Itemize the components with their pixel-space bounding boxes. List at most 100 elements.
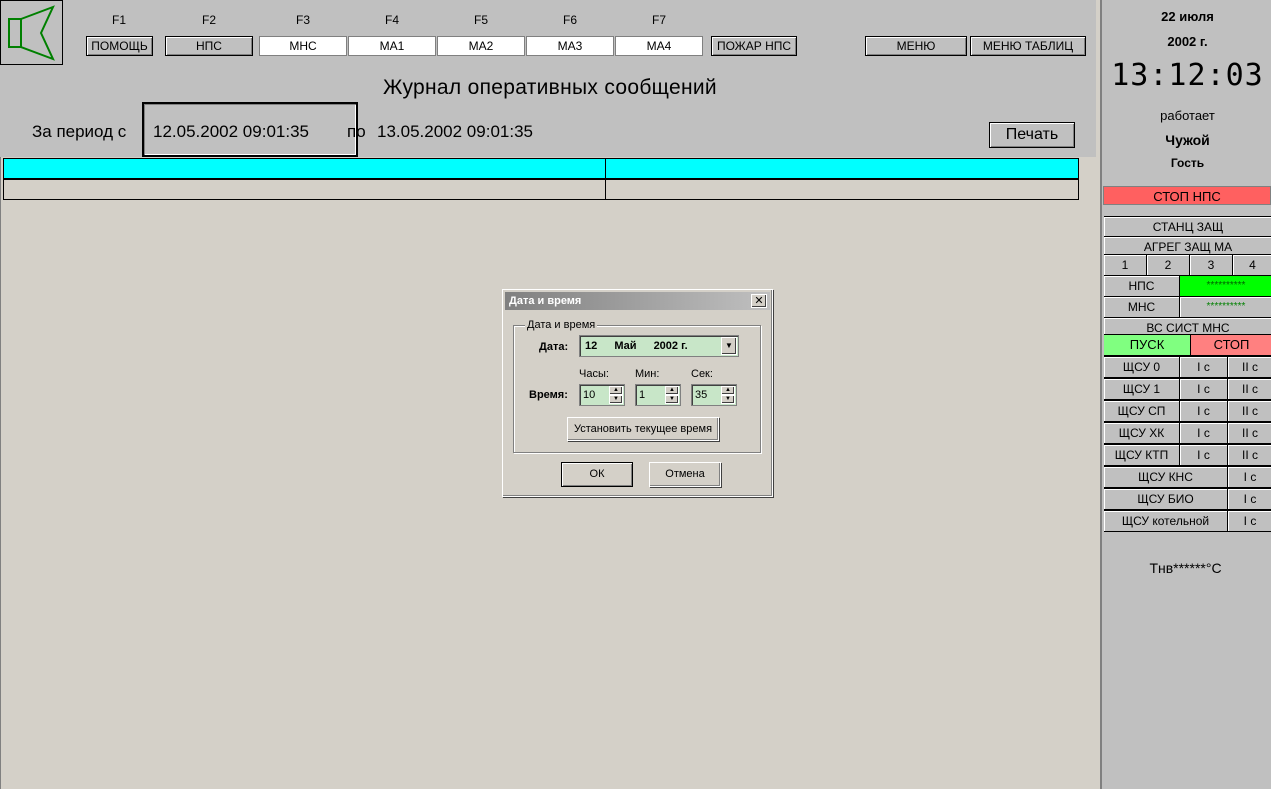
current-user: Чужой <box>1165 132 1210 148</box>
table-cell[interactable] <box>4 180 606 199</box>
hours-value: 10 <box>583 389 596 401</box>
seconds-value: 35 <box>695 389 708 401</box>
agreg-4-button[interactable]: 4 <box>1233 255 1271 276</box>
shsu-section-1[interactable]: I с <box>1180 445 1228 466</box>
start-button[interactable]: ПУСК <box>1104 335 1191 356</box>
agreg-3-button[interactable]: 3 <box>1190 255 1233 276</box>
stop-nps-button[interactable]: СТОП НПС <box>1103 186 1271 205</box>
fkey-label-f3: F3 <box>295 13 310 27</box>
seconds-stepper[interactable]: 35 ▲ ▼ <box>691 384 737 406</box>
shsu-section-2[interactable]: II с <box>1228 357 1271 378</box>
current-time: 13:12:03 <box>1111 58 1264 93</box>
shsu-row: ЩСУ БИО I с <box>1104 488 1271 510</box>
shsu-section-2[interactable]: II с <box>1228 423 1271 444</box>
help-button[interactable]: ПОМОЩЬ <box>86 36 153 56</box>
agreg-numbers-row: 1 2 3 4 <box>1104 254 1271 276</box>
dialog-title: Дата и время <box>509 295 582 307</box>
shsu-section-2[interactable]: II с <box>1228 445 1271 466</box>
header-panel: F1 F2 F3 F4 F5 F6 F7 ПОМОЩЬ НПС МНС МА1 … <box>0 0 1096 157</box>
start-stop-row: ПУСК СТОП <box>1104 334 1271 356</box>
fkey-label-f7: F7 <box>651 13 666 27</box>
mns-status-row: МНС ********** <box>1104 296 1271 318</box>
fkey-label-f6: F6 <box>562 13 577 27</box>
date-picker[interactable]: 12 Май 2002 г. ▼ <box>579 335 739 357</box>
shsu-name[interactable]: ЩСУ ХК <box>1104 423 1180 444</box>
shsu-name[interactable]: ЩСУ КТП <box>1104 445 1180 466</box>
period-to-label: по <box>347 122 366 141</box>
agreg-2-button[interactable]: 2 <box>1147 255 1190 276</box>
arrow-up-icon[interactable]: ▲ <box>665 386 679 395</box>
shsu-name[interactable]: ЩСУ котельной <box>1104 511 1228 532</box>
ok-button[interactable]: ОК <box>561 462 633 487</box>
chevron-down-icon[interactable]: ▼ <box>721 337 737 355</box>
shsu-section-2[interactable]: II с <box>1228 379 1271 400</box>
hours-label: Часы: <box>579 368 609 380</box>
current-year: 2002 г. <box>1167 34 1208 49</box>
mns-status-label: МНС <box>1104 297 1180 318</box>
system-status: работает <box>1160 108 1215 123</box>
shsu-section-1[interactable]: I с <box>1180 423 1228 444</box>
page-title: Журнал оперативных сообщений <box>383 76 717 99</box>
time-label: Время: <box>529 389 568 401</box>
ma1-button[interactable]: МА1 <box>348 36 436 56</box>
current-date: 22 июля <box>1161 9 1214 24</box>
arrow-down-icon[interactable]: ▼ <box>721 395 735 404</box>
minutes-stepper[interactable]: 1 ▲ ▼ <box>635 384 681 406</box>
agreg-1-button[interactable]: 1 <box>1104 255 1147 276</box>
seconds-spin-arrows[interactable]: ▲ ▼ <box>721 386 735 404</box>
shsu-name[interactable]: ЩСУ БИО <box>1104 489 1228 510</box>
shsu-section-1[interactable]: I с <box>1228 467 1271 488</box>
set-current-time-button[interactable]: Установить текущее время <box>567 417 719 441</box>
mns-button[interactable]: МНС <box>259 36 347 56</box>
shsu-row: ЩСУ ХК I с II с <box>1104 422 1271 444</box>
minutes-label: Мин: <box>635 368 660 380</box>
fkey-label-f5: F5 <box>473 13 488 27</box>
fkey-label-f2: F2 <box>201 13 216 27</box>
arrow-down-icon[interactable]: ▼ <box>665 395 679 404</box>
arrow-down-icon[interactable]: ▼ <box>609 395 623 404</box>
shsu-name[interactable]: ЩСУ 0 <box>1104 357 1180 378</box>
shsu-row: ЩСУ КНС I с <box>1104 466 1271 488</box>
speaker-logo[interactable] <box>0 0 63 65</box>
seconds-label: Сек: <box>691 368 713 380</box>
shsu-section-1[interactable]: I с <box>1180 401 1228 422</box>
shsu-section-1[interactable]: I с <box>1180 379 1228 400</box>
minutes-spin-arrows[interactable]: ▲ ▼ <box>665 386 679 404</box>
shsu-name[interactable]: ЩСУ СП <box>1104 401 1180 422</box>
shsu-name[interactable]: ЩСУ 1 <box>1104 379 1180 400</box>
nps-status-row: НПС ********** <box>1104 275 1271 297</box>
date-time-dialog: Дата и время ✕ Дата и время Дата: 12 Май… <box>502 289 773 497</box>
table-header-cell[interactable] <box>4 159 606 178</box>
menu-tables-button[interactable]: МЕНЮ ТАБЛИЦ <box>970 36 1086 56</box>
station-protect-row: СТАНЦ ЗАЩ <box>1104 216 1271 238</box>
shsu-section-2[interactable]: II с <box>1228 401 1271 422</box>
period-label: За период с <box>32 122 127 141</box>
nps-status-value: ********** <box>1180 276 1271 297</box>
ma2-button[interactable]: МА2 <box>437 36 525 56</box>
ma4-button[interactable]: МА4 <box>615 36 703 56</box>
fire-nps-button[interactable]: ПОЖАР НПС <box>711 36 797 56</box>
shsu-name[interactable]: ЩСУ КНС <box>1104 467 1228 488</box>
ma3-button[interactable]: МА3 <box>526 36 614 56</box>
menu-button[interactable]: МЕНЮ <box>865 36 967 56</box>
close-icon[interactable]: ✕ <box>751 294 767 308</box>
hours-stepper[interactable]: 10 ▲ ▼ <box>579 384 625 406</box>
shsu-section-1[interactable]: I с <box>1228 511 1271 532</box>
station-protect-label[interactable]: СТАНЦ ЗАЩ <box>1104 217 1271 238</box>
hours-spin-arrows[interactable]: ▲ ▼ <box>609 386 623 404</box>
shsu-section-1[interactable]: I с <box>1228 489 1271 510</box>
shsu-row: ЩСУ 0 I с II с <box>1104 356 1271 378</box>
arrow-up-icon[interactable]: ▲ <box>609 386 623 395</box>
table-row[interactable] <box>3 179 1079 200</box>
dialog-titlebar[interactable]: Дата и время ✕ <box>505 292 770 310</box>
nps-button[interactable]: НПС <box>165 36 253 56</box>
print-button[interactable]: Печать <box>989 122 1075 148</box>
shsu-section-1[interactable]: I с <box>1180 357 1228 378</box>
cancel-button[interactable]: Отмена <box>649 462 721 487</box>
period-from-value[interactable]: 12.05.2002 09:01:35 <box>153 122 309 142</box>
arrow-up-icon[interactable]: ▲ <box>721 386 735 395</box>
period-to-value[interactable]: 13.05.2002 09:01:35 <box>377 122 533 142</box>
stop-button[interactable]: СТОП <box>1191 335 1271 356</box>
shsu-row: ЩСУ КТП I с II с <box>1104 444 1271 466</box>
speaker-icon <box>8 5 55 61</box>
